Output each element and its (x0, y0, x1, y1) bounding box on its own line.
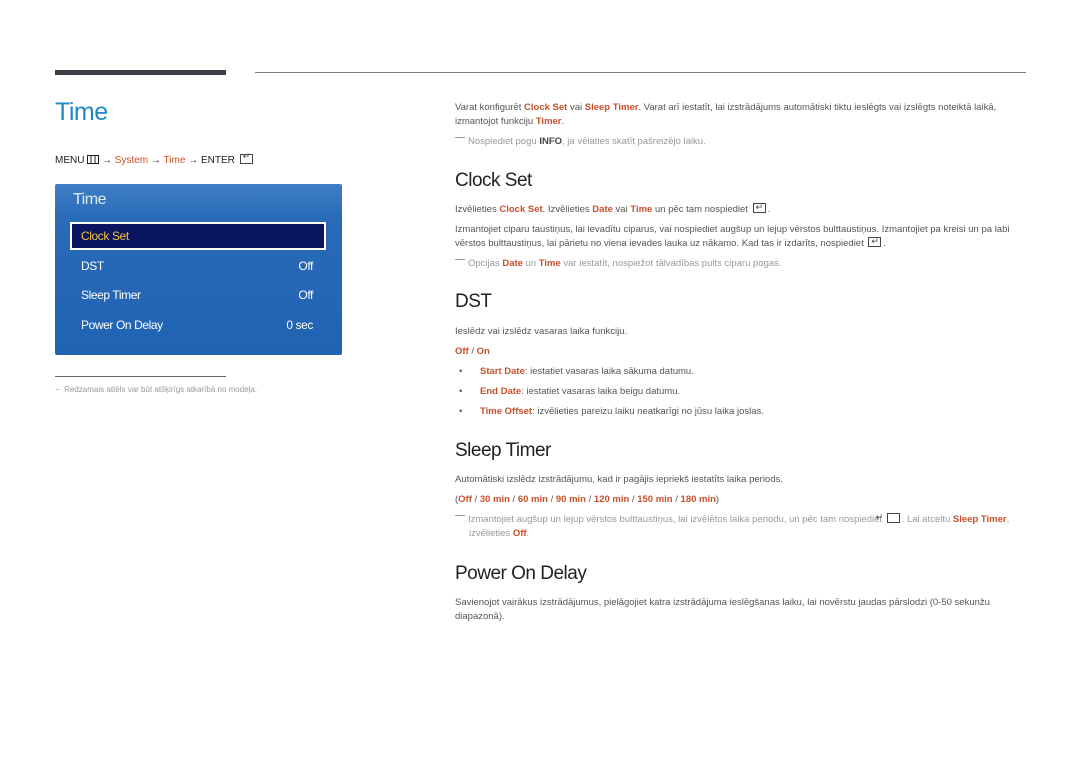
enter-icon (868, 234, 882, 248)
osd-item-dst[interactable]: DST Off (71, 253, 325, 279)
list-item: • Time Offset: izvēlieties pareizu laiku … (459, 406, 764, 417)
path-system: System (114, 155, 149, 166)
osd-item-power-on-delay[interactable]: Power On Delay 0 sec (71, 312, 325, 338)
osd-item-clock-set[interactable]: Clock Set (70, 222, 326, 250)
clock-set-note: Opcijas Date un Time var iestatīt, nospi… (455, 257, 1025, 271)
enter-icon (886, 513, 900, 523)
footnote: − Redzamais attēls var būt atšķirīgs atk… (55, 385, 258, 394)
power-on-delay-description: Savienojot vairākus izstrādājumus, pielā… (455, 597, 990, 622)
dst-section: Ieslēdz vai izslēdz vasaras laika funkci… (455, 325, 1025, 425)
sleep-timer-note: Izmantojiet augšup un lejup vērstos bult… (455, 513, 1025, 541)
power-on-delay-section: Savienojot vairākus izstrādājumus, pielā… (455, 596, 1025, 630)
osd-item-label: Sleep Timer (81, 288, 141, 302)
footnote-divider (55, 376, 226, 377)
list-item: • Start Date: iestatiet vasaras laika sāk… (459, 366, 694, 377)
osd-item-value: Off (298, 259, 313, 273)
section-heading-clock-set: Clock Set (455, 170, 532, 191)
osd-item-label: Power On Delay (81, 318, 163, 332)
section-heading-power-on-delay: Power On Delay (455, 563, 587, 584)
dst-options: Off / On (455, 346, 490, 357)
intro-section: Varat konfigurēt Clock Set vai Sleep Tim… (455, 101, 1025, 155)
menu-label: MENU (55, 155, 85, 166)
arrow: → (102, 155, 113, 166)
clock-set-paragraph: Izmantojiet ciparu taustiņus, lai ievadī… (455, 223, 1025, 251)
header-bar-thick (55, 70, 226, 75)
path-time: Time (163, 155, 186, 166)
clock-set-paragraph: Izvēlieties Clock Set. Izvēlieties Date … (455, 200, 1025, 217)
section-heading-dst: DST (455, 291, 492, 312)
osd-item-label: Clock Set (81, 229, 129, 243)
header-rule (255, 72, 1026, 73)
enter-icon (752, 200, 766, 214)
osd-item-sleep-timer[interactable]: Sleep Timer Off (71, 282, 325, 308)
dst-description: Ieslēdz vai izslēdz vasaras laika funkci… (455, 326, 628, 337)
page-title: Time (55, 98, 108, 126)
section-heading-sleep-timer: Sleep Timer (455, 440, 551, 461)
list-item: • End Date: iestatiet vasaras laika beigu… (459, 386, 681, 397)
menu-icon (87, 155, 100, 167)
osd-item-value: 0 sec (286, 318, 313, 332)
osd-item-value: Off (298, 288, 313, 302)
enter-label: ENTER (200, 155, 235, 166)
sleep-timer-section: Automātiski izslēdz izstrādājumu, kad ir… (455, 473, 1025, 547)
time-menu-panel: Time Clock Set DST Off Sleep Timer Off P… (55, 184, 342, 355)
clock-set-section: Izvēlieties Clock Set. Izvēlieties Date … (455, 200, 1025, 277)
osd-title: Time (73, 191, 106, 208)
enter-icon (239, 151, 253, 164)
dst-bullet-list: • Start Date: iestatiet vasaras laika sāk… (455, 365, 1025, 419)
sleep-timer-options: (Off / 30 min / 60 min / 90 min / 120 mi… (455, 494, 720, 505)
arrow: → (188, 155, 199, 166)
footnote-text: Redzamais attēls var būt atšķirīgs atkar… (64, 385, 258, 394)
menu-path: MENU → System → Time → ENTER (55, 151, 255, 167)
intro-note: Nospiediet pogu INFO, ja vēlaties skatīt… (455, 135, 1025, 149)
arrow: → (150, 155, 161, 166)
osd-item-label: DST (81, 259, 104, 273)
sleep-timer-description: Automātiski izslēdz izstrādājumu, kad ir… (455, 474, 783, 485)
intro-paragraph: Varat konfigurēt Clock Set vai Sleep Tim… (455, 102, 997, 127)
